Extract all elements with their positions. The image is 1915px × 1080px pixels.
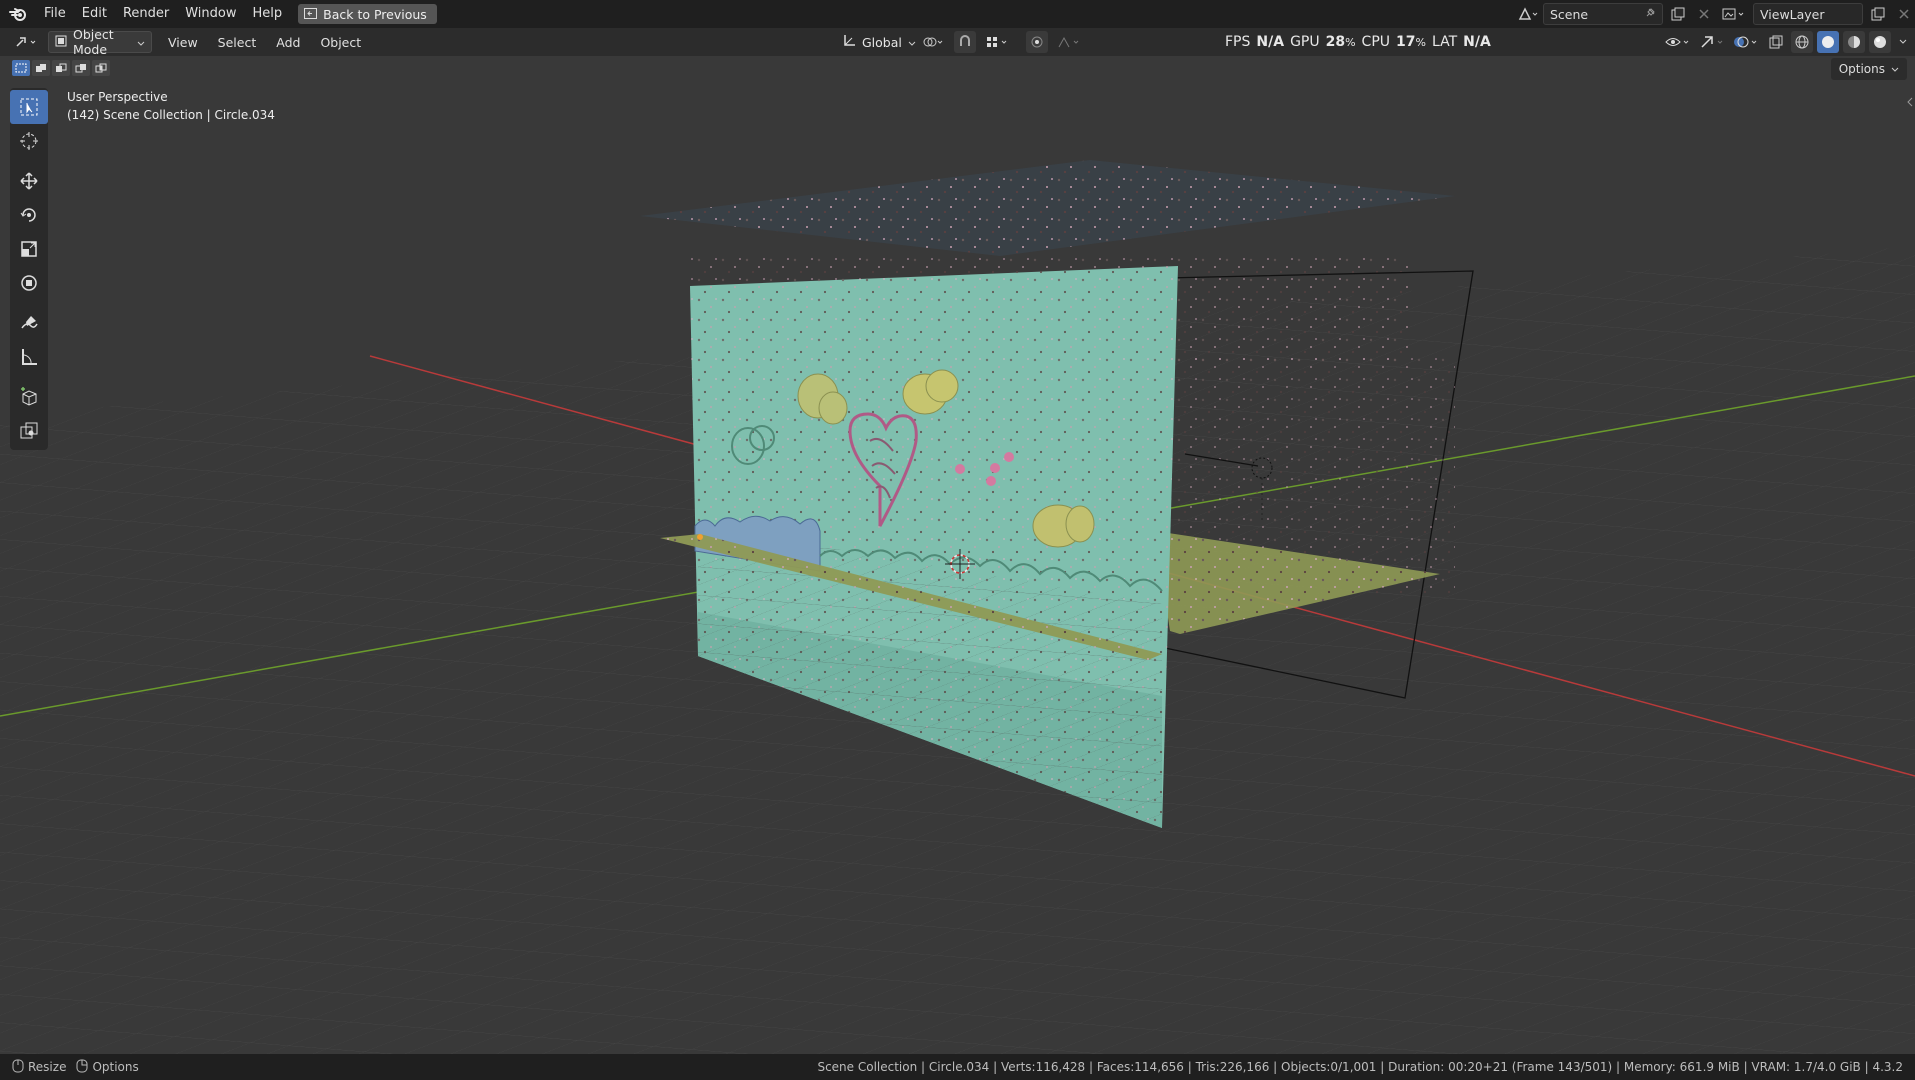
- menu-render[interactable]: Render: [115, 0, 177, 28]
- workspace-controls: Scene ViewLayer: [1517, 3, 1915, 25]
- gizmo-icon[interactable]: [1697, 31, 1727, 53]
- view-layer-selector[interactable]: ViewLayer: [1753, 3, 1863, 25]
- chevron-down-icon: [137, 35, 145, 50]
- gpu-value: 28: [1325, 34, 1346, 50]
- delete-view-layer-icon[interactable]: [1893, 3, 1915, 25]
- origin-point: [697, 534, 703, 540]
- resize-hint: Resize: [28, 1060, 67, 1074]
- new-scene-icon[interactable]: [1667, 3, 1689, 25]
- sidebar-toggle-icon[interactable]: [1907, 96, 1913, 111]
- proportional-editing-icon[interactable]: [1026, 31, 1048, 53]
- object-mode-label: Object Mode: [73, 27, 114, 57]
- viewport-scene: [0, 56, 1915, 1054]
- viewport-info: User Perspective (142) Scene Collection …: [67, 88, 275, 124]
- cpu-percent: %: [1415, 36, 1426, 49]
- select-new-icon[interactable]: [12, 60, 30, 76]
- 3d-viewport[interactable]: User Perspective (142) Scene Collection …: [0, 56, 1915, 1054]
- perspective-label: User Perspective: [67, 90, 168, 104]
- pin-icon[interactable]: [1644, 7, 1656, 22]
- mouse-right-icon: [76, 1059, 88, 1076]
- transform-tool-icon[interactable]: [10, 266, 48, 300]
- new-view-layer-icon[interactable]: [1867, 3, 1889, 25]
- cloud-yellow-3: [1032, 504, 1095, 548]
- selection-mode-buttons: [12, 60, 110, 76]
- scale-tool-icon[interactable]: [10, 232, 48, 266]
- status-bar: Resize Options Scene Collection | Circle…: [0, 1054, 1915, 1080]
- overlays-icon[interactable]: [1731, 31, 1761, 53]
- select-invert-icon[interactable]: [72, 60, 90, 76]
- editor-type-icon[interactable]: [10, 31, 44, 53]
- select-intersect-icon[interactable]: [92, 60, 110, 76]
- gpu-label: GPU: [1290, 34, 1320, 50]
- xray-toggle-icon[interactable]: [1765, 31, 1787, 53]
- cursor-tool-icon[interactable]: [10, 124, 48, 158]
- shading-options-chevron-icon[interactable]: [1895, 31, 1911, 53]
- view-layer-name: ViewLayer: [1760, 6, 1825, 22]
- chevron-down-icon: [908, 35, 916, 50]
- object-mode-icon: [55, 35, 67, 50]
- chevron-down-icon: [1891, 62, 1899, 76]
- gpu-percent: %: [1345, 36, 1356, 49]
- scene-name: Scene: [1550, 6, 1589, 22]
- menu-view[interactable]: View: [158, 35, 208, 50]
- menu-object[interactable]: Object: [310, 35, 371, 50]
- move-tool-icon[interactable]: [10, 164, 48, 198]
- shading-material-icon[interactable]: [1843, 31, 1865, 53]
- lat-label: LAT: [1431, 34, 1458, 50]
- cpu-value: 17: [1396, 34, 1416, 50]
- tool-shelf: [10, 88, 48, 450]
- transform-orientation-dropdown[interactable]: Global: [836, 31, 916, 53]
- transform-tools: Global: [836, 31, 1084, 53]
- shading-rendered-icon[interactable]: [1869, 31, 1891, 53]
- fps-label: FPS: [1225, 34, 1251, 50]
- performance-stats: FPS N/A GPU 28% CPU 17% LAT N/A: [1225, 28, 1491, 56]
- viewport-display-tools: [1663, 31, 1911, 53]
- cpu-label: CPU: [1361, 34, 1391, 50]
- select-box-tool-icon[interactable]: [10, 90, 48, 124]
- screen-back-icon: [304, 7, 318, 22]
- mouse-drag-icon: [12, 1059, 24, 1076]
- scene-type-icon[interactable]: [1517, 3, 1539, 25]
- snap-target-icon[interactable]: [982, 31, 1012, 53]
- snap-toggle-icon[interactable]: [954, 31, 976, 53]
- select-subtract-icon[interactable]: [52, 60, 70, 76]
- fps-value: N/A: [1256, 34, 1285, 50]
- blender-logo-icon[interactable]: [0, 0, 36, 28]
- duplicate-tool-icon[interactable]: [10, 414, 48, 448]
- collection-label: (142) Scene Collection | Circle.034: [67, 108, 275, 122]
- menu-help[interactable]: Help: [245, 0, 291, 28]
- falloff-icon[interactable]: [1054, 31, 1084, 53]
- options-button[interactable]: Options: [1830, 58, 1907, 80]
- lat-value: N/A: [1463, 34, 1491, 50]
- rotate-tool-icon[interactable]: [10, 198, 48, 232]
- menu-add[interactable]: Add: [266, 35, 310, 50]
- back-to-previous-label: Back to Previous: [323, 6, 427, 22]
- visibility-icon[interactable]: [1663, 31, 1693, 53]
- pivot-point-icon[interactable]: [918, 31, 948, 53]
- shading-wireframe-icon[interactable]: [1791, 31, 1813, 53]
- options-hint: Options: [92, 1060, 139, 1074]
- select-extend-icon[interactable]: [32, 60, 50, 76]
- menu-window[interactable]: Window: [177, 0, 244, 28]
- menu-select[interactable]: Select: [208, 35, 267, 50]
- scene-statistics: Scene Collection | Circle.034 | Verts:11…: [817, 1060, 1903, 1074]
- orientation-label: Global: [862, 34, 902, 50]
- add-cube-tool-icon[interactable]: [10, 380, 48, 414]
- menu-edit[interactable]: Edit: [74, 0, 115, 28]
- scene-selector[interactable]: Scene: [1543, 3, 1663, 25]
- back-to-previous-button[interactable]: Back to Previous: [298, 4, 437, 24]
- shading-solid-icon[interactable]: [1817, 31, 1839, 53]
- top-menu-bar: File Edit Render Window Help Back to Pre…: [0, 0, 1915, 28]
- menu-file[interactable]: File: [36, 0, 74, 28]
- measure-tool-icon[interactable]: [10, 340, 48, 374]
- view-layer-type-icon[interactable]: [1719, 3, 1749, 25]
- annotate-tool-icon[interactable]: [10, 306, 48, 340]
- object-mode-dropdown[interactable]: Object Mode: [48, 27, 152, 57]
- orientation-icon: [842, 34, 856, 51]
- options-label: Options: [1838, 62, 1885, 76]
- delete-scene-icon[interactable]: [1693, 3, 1715, 25]
